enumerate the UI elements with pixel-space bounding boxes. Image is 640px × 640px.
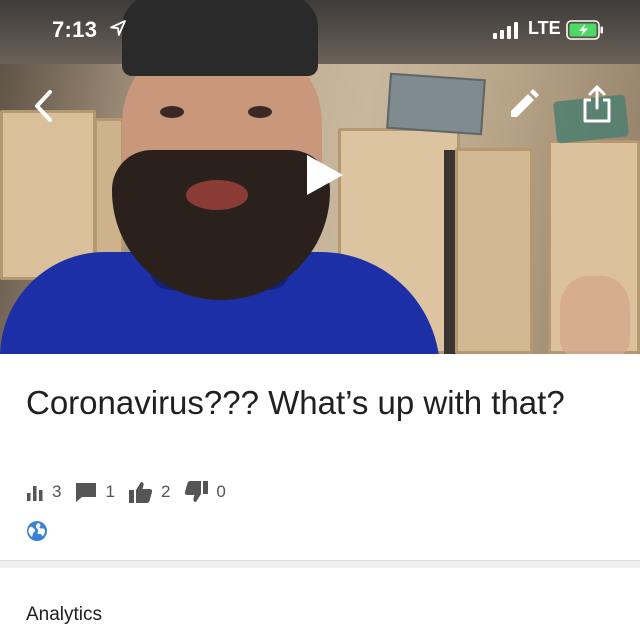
status-time: 7:13: [52, 17, 98, 42]
comments-count: 1: [105, 482, 115, 501]
background-door: [455, 148, 533, 354]
likes-stat: 2: [128, 481, 171, 503]
location-arrow-icon: [110, 20, 126, 36]
battery-charging-icon: [566, 20, 603, 40]
comment-icon: [76, 483, 97, 502]
thumbs-up-icon: [128, 482, 153, 503]
person-eye: [160, 106, 184, 118]
video-stats: 3 1 2 0: [26, 480, 240, 504]
status-bar: 7:13 LTE: [0, 0, 640, 56]
thumbs-down-icon: [185, 481, 209, 502]
video-title: Coronavirus??? What’s up with that?: [26, 384, 565, 421]
views-count: 3: [52, 482, 62, 501]
video-player[interactable]: 7:13 LTE: [0, 0, 640, 354]
edit-icon[interactable]: [506, 88, 540, 122]
play-icon[interactable]: [304, 152, 346, 198]
background-sign: [386, 72, 486, 136]
dislikes-stat: 0: [184, 481, 226, 503]
back-icon[interactable]: [28, 86, 60, 126]
signal-bars-icon: [493, 21, 523, 39]
likes-count: 2: [160, 482, 171, 501]
views-stat: 3: [26, 482, 61, 502]
globe-icon: [27, 521, 47, 541]
section-divider: [0, 560, 640, 568]
comments-stat: 1: [75, 482, 115, 502]
video-details: Coronavirus??? What’s up with that? 3 1 …: [0, 354, 640, 560]
person-eye: [248, 106, 272, 118]
dislikes-count: 0: [216, 482, 226, 501]
network-type: LTE: [528, 18, 561, 38]
person-mouth: [186, 180, 248, 210]
analytics-header[interactable]: Analytics: [26, 604, 102, 626]
person-hand: [560, 276, 630, 354]
share-icon[interactable]: [580, 84, 614, 124]
bar-chart-icon: [27, 486, 43, 501]
